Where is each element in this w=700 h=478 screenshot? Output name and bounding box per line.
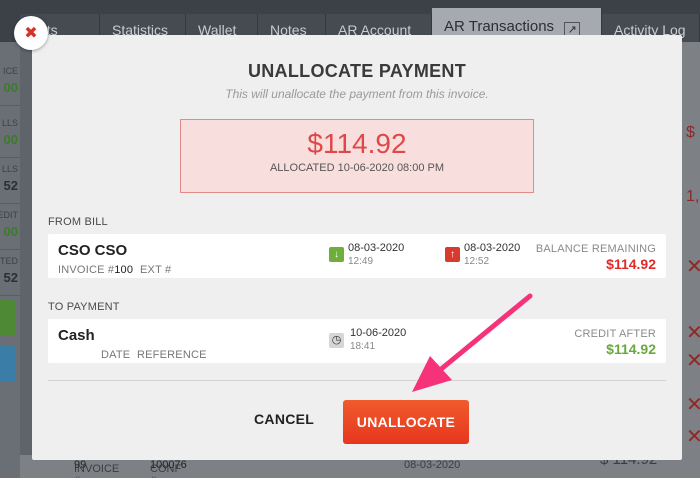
summary-cell: LLS 00 bbox=[0, 108, 20, 158]
cancel-button[interactable]: CANCEL bbox=[254, 411, 314, 427]
credit-after-value: $114.92 bbox=[606, 341, 656, 357]
unallocate-button[interactable]: UNALLOCATE bbox=[343, 400, 469, 444]
due-time: 12:52 bbox=[464, 256, 490, 267]
payment-name: Cash bbox=[58, 327, 95, 344]
green-action-button[interactable] bbox=[0, 300, 16, 336]
date-label: DATE bbox=[101, 349, 131, 361]
delete-icon[interactable]: ✕ bbox=[686, 424, 700, 449]
background-summary-column: ICE 00 LLS 00 LLS 52 EDIT 00 TED 52 bbox=[0, 42, 20, 478]
summary-cell: EDIT 00 bbox=[0, 200, 20, 250]
delete-icon[interactable]: ✕ bbox=[686, 392, 700, 417]
payment-time: 18:41 bbox=[350, 341, 376, 352]
clock-icon: ◷ bbox=[329, 333, 344, 348]
payment-amount: $114.92 bbox=[307, 128, 407, 159]
modal-subtitle: This will unallocate the payment from th… bbox=[225, 87, 489, 101]
balance-remaining-label: BALANCE REMAINING bbox=[535, 243, 656, 255]
summary-cell: LLS 52 bbox=[0, 154, 20, 204]
arrow-down-icon: ↓ bbox=[329, 247, 344, 262]
close-icon[interactable]: ✖ bbox=[14, 16, 48, 50]
to-payment-label: TO PAYMENT bbox=[48, 301, 120, 313]
balance-remaining-value: $114.92 bbox=[606, 256, 656, 272]
created-time: 12:49 bbox=[348, 256, 374, 267]
divider bbox=[48, 380, 666, 381]
invoice-label: INVOICE #99 bbox=[74, 459, 120, 478]
invoice-number: INVOICE #100 bbox=[58, 264, 134, 276]
row-date: 08-03-2020 bbox=[404, 459, 461, 471]
delete-icon[interactable]: ✕ bbox=[686, 254, 700, 279]
summary-cell: TED 52 bbox=[0, 246, 20, 296]
unallocate-payment-modal: UNALLOCATE PAYMENT This will unallocate … bbox=[32, 35, 682, 460]
summary-cell: ICE 00 bbox=[0, 56, 20, 106]
delete-icon[interactable]: ✕ bbox=[686, 320, 700, 345]
blue-action-button[interactable] bbox=[0, 346, 16, 382]
from-bill-label: FROM BILL bbox=[48, 216, 108, 228]
bill-name: CSO CSO bbox=[58, 242, 128, 259]
allocated-timestamp: ALLOCATED 10-06-2020 08:00 PM bbox=[269, 162, 445, 174]
from-bill-card: CSO CSO INVOICE #100 EXT # ↓ 08-03-2020 … bbox=[48, 234, 666, 278]
conf-label: CONF #100076 bbox=[150, 459, 187, 478]
payment-date: 10-06-2020 bbox=[350, 327, 407, 339]
due-date: 08-03-2020 bbox=[464, 242, 521, 254]
modal-title: UNALLOCATE PAYMENT bbox=[247, 61, 467, 81]
payment-amount-box: $114.92 ALLOCATED 10-06-2020 08:00 PM bbox=[180, 119, 534, 193]
created-date: 08-03-2020 bbox=[348, 242, 405, 254]
reference-label: REFERENCE bbox=[137, 349, 207, 361]
to-payment-card: Cash DATE REFERENCE ◷ 10-06-2020 18:41 C… bbox=[48, 319, 666, 363]
arrow-up-icon: ↑ bbox=[445, 247, 460, 262]
delete-icon[interactable]: ✕ bbox=[686, 348, 700, 373]
credit-after-label: CREDIT AFTER bbox=[574, 328, 656, 340]
ext-number: EXT # bbox=[140, 264, 172, 276]
